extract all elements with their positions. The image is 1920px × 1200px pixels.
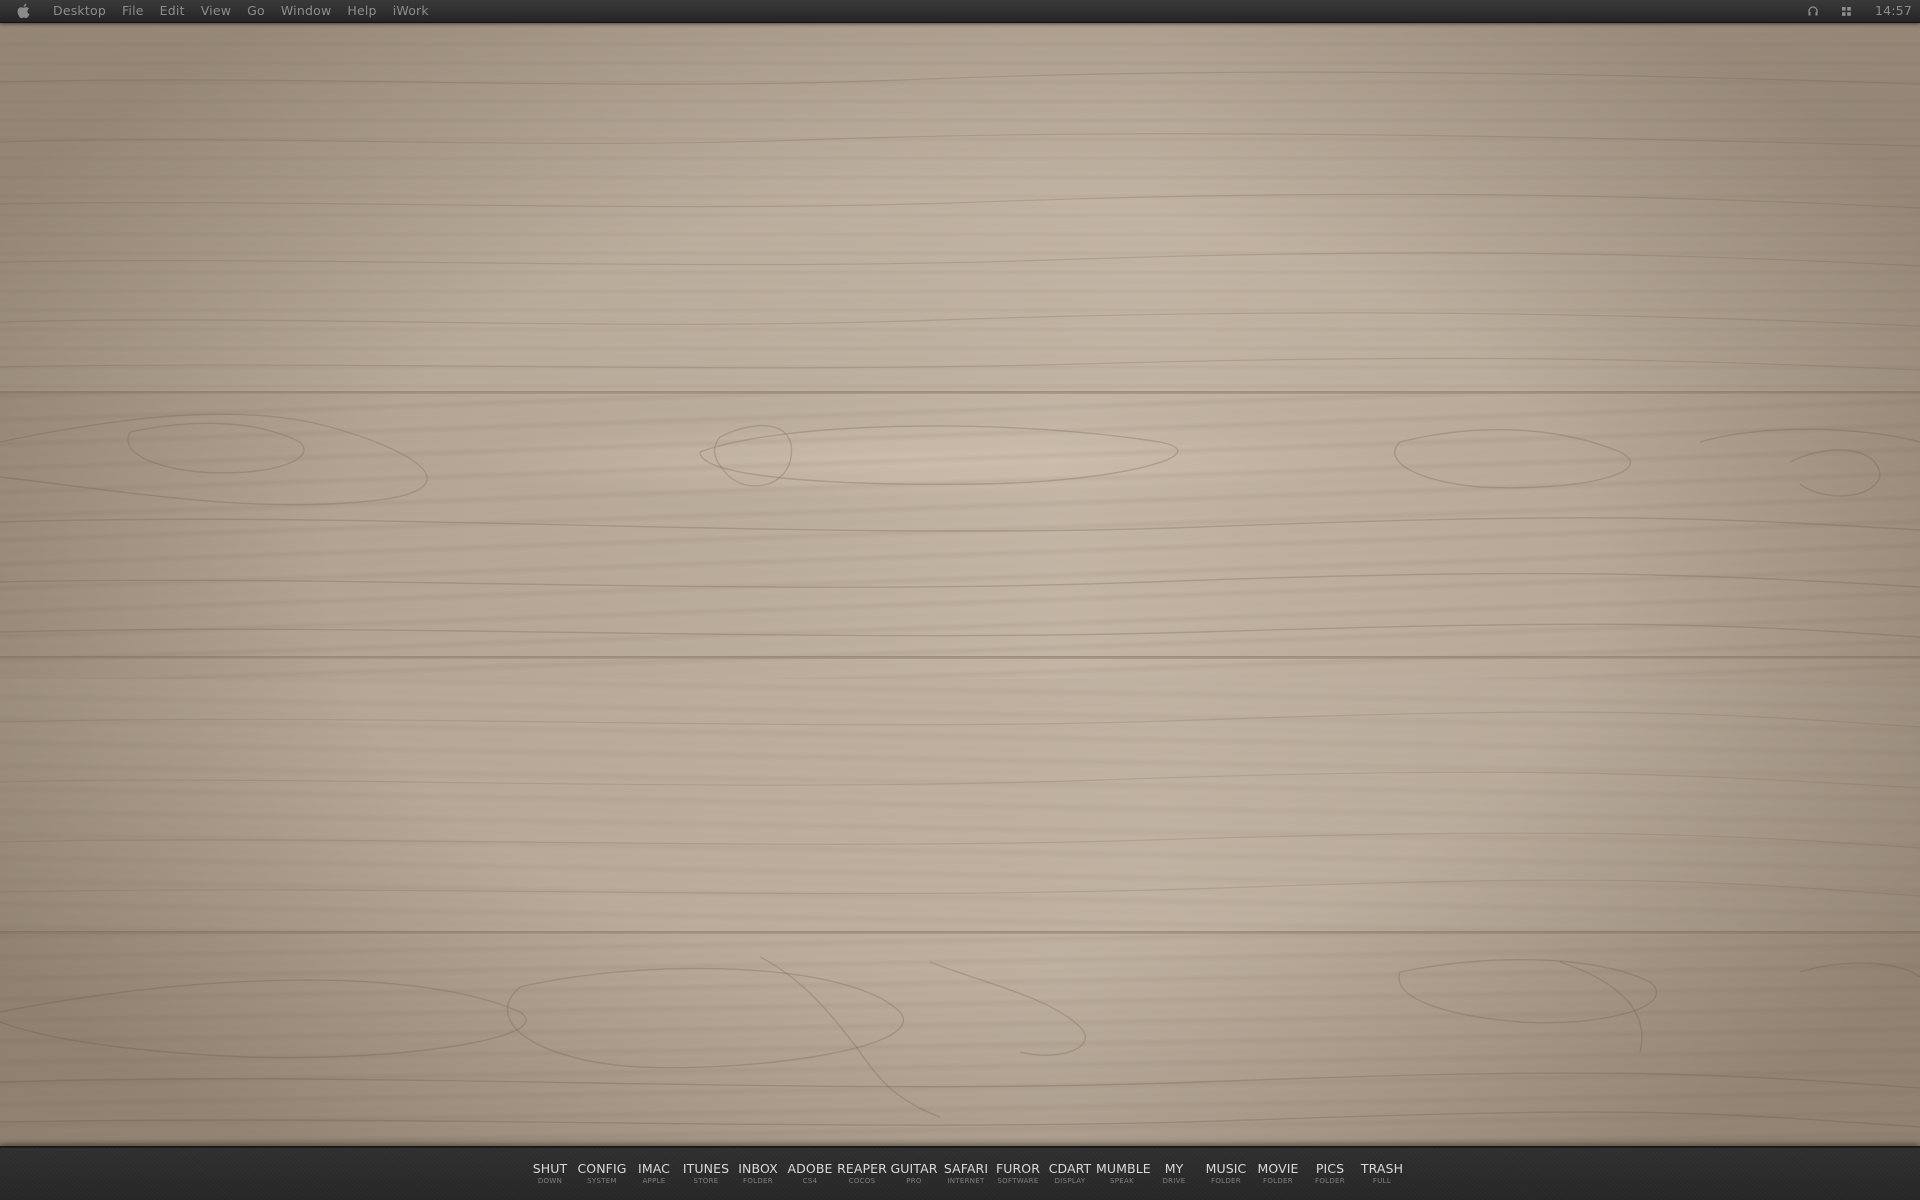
menu-clock[interactable]: 14:57 [1875,0,1912,22]
dock-item-subtitle: DISPLAY [1054,1177,1086,1185]
dock-item-mumble[interactable]: MUMBLE SPEAK [1096,1161,1151,1192]
dock-item-imac[interactable]: IMAC APPLE [628,1162,680,1192]
dock-item-shutdown[interactable]: SHUT DOWN [524,1162,576,1192]
apple-icon[interactable] [16,3,30,19]
dock-item-title: MOVIE [1257,1161,1299,1176]
dock-item-title: SAFARI [943,1161,989,1176]
dock-item-guitar[interactable]: GUITAR PRO [888,1162,940,1192]
dock-item-title: PICS [1315,1161,1345,1176]
dock-item-title: INBOX [738,1161,778,1176]
menu-window[interactable]: Window [281,0,332,22]
dock-item-title: MY [1164,1161,1184,1176]
dock-item-subtitle: FOLDER [743,1177,773,1185]
dock-item-subtitle: INTERNET [947,1177,985,1185]
dock-item-title: MUMBLE [1096,1161,1151,1176]
menu-go[interactable]: Go [247,0,265,22]
dock-item-title: MUSIC [1205,1161,1247,1176]
dock-item-subtitle: STORE [693,1177,719,1185]
dock-item-title: REAPER [837,1161,887,1176]
dock-item-subtitle: FOLDER [1315,1177,1345,1185]
dock-item-subtitle: FOLDER [1263,1177,1293,1185]
dock-item-music[interactable]: MUSIC FOLDER [1200,1162,1252,1192]
dock-item-title: ITUNES [682,1161,730,1176]
dock-item-subtitle: APPLE [642,1177,666,1185]
dock-item-pics[interactable]: PICS FOLDER [1304,1162,1356,1192]
dock-item-subtitle: SYSTEM [587,1177,617,1185]
dock-item-adobe[interactable]: ADOBE CS4 [784,1162,836,1192]
dock-item-reaper[interactable]: REAPER COCOS [836,1162,888,1192]
menu-iwork[interactable]: iWork [393,0,429,22]
dock-item-my-drive[interactable]: MY DRIVE [1148,1162,1200,1192]
dock-item-title: SHUT [532,1161,568,1176]
menu-items: Desktop File Edit View Go Window Help iW… [53,0,445,22]
wood-wallpaper [0,22,1920,1146]
menu-file[interactable]: File [122,0,144,22]
dock-item-subtitle: DRIVE [1162,1177,1186,1185]
menu-view[interactable]: View [201,0,231,22]
dock-item-subtitle: CS4 [802,1177,818,1185]
dock-item-trash[interactable]: TRASH FULL [1356,1162,1408,1192]
dock-item-title: IMAC [638,1161,670,1176]
dock-item-config[interactable]: CONFIG SYSTEM [576,1162,628,1192]
dock-item-safari[interactable]: SAFARI INTERNET [940,1162,992,1192]
dock-item-title: CONFIG [577,1161,627,1176]
dock-item-furor[interactable]: FUROR SOFTWARE [992,1162,1044,1192]
text-dock: SHUT DOWN CONFIG SYSTEM IMAC APPLE ITUNE… [0,1146,1920,1200]
dock-item-subtitle: SPEAK [1110,1177,1134,1185]
dock-item-title: GUITAR [890,1161,938,1176]
menu-edit[interactable]: Edit [160,0,185,22]
menu-status-area: 14:57 [1807,0,1920,22]
dock-item-subtitle: SOFTWARE [997,1177,1039,1185]
dock-item-itunes[interactable]: ITUNES STORE [680,1162,732,1192]
dock-item-subtitle: FOLDER [1211,1177,1241,1185]
dock-item-subtitle: PRO [906,1177,922,1185]
desktop-screen: Desktop File Edit View Go Window Help iW… [0,0,1920,1200]
dock-item-subtitle: COCOS [848,1177,876,1185]
dock-item-title: TRASH [1360,1161,1404,1176]
dock-item-inbox[interactable]: INBOX FOLDER [732,1162,784,1192]
dock-item-movie[interactable]: MOVIE FOLDER [1252,1162,1304,1192]
dock-item-subtitle: FULL [1372,1177,1392,1185]
dock-item-cdart[interactable]: CDART DISPLAY [1044,1162,1096,1192]
wood-grain [0,71,1920,1128]
dock-item-title: ADOBE [787,1161,833,1176]
menu-help[interactable]: Help [347,0,376,22]
menu-bar: Desktop File Edit View Go Window Help iW… [0,0,1920,23]
headphones-icon[interactable] [1807,5,1819,17]
dock-item-title: CDART [1048,1161,1092,1176]
menu-desktop[interactable]: Desktop [53,0,106,22]
app-grid-icon[interactable] [1841,5,1853,17]
dock-item-title: FUROR [995,1161,1041,1176]
dock-items: SHUT DOWN CONFIG SYSTEM IMAC APPLE ITUNE… [524,1162,1408,1192]
dock-item-subtitle: DOWN [537,1177,563,1185]
